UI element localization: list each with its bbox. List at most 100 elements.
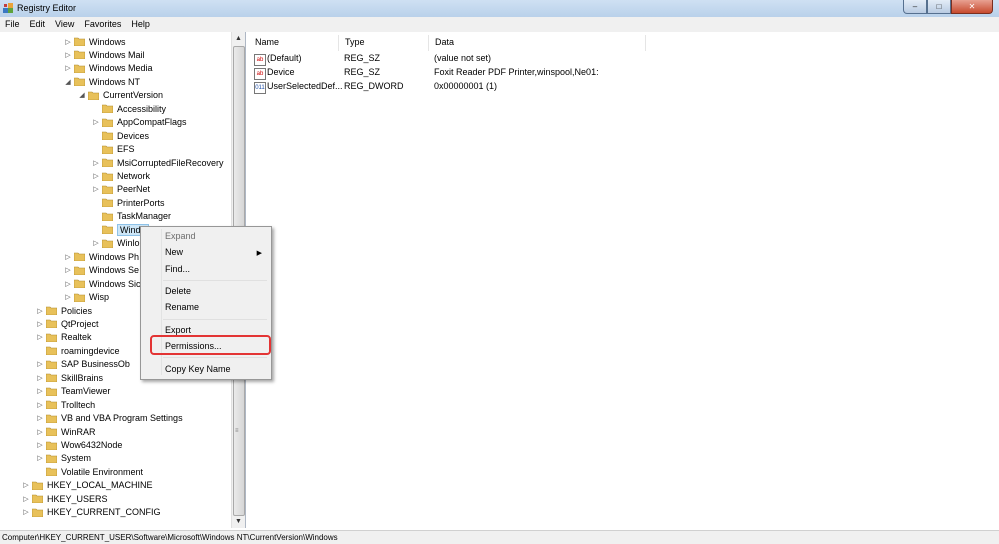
expander-icon[interactable]: ▷ [36, 414, 44, 422]
expander-icon[interactable]: ▷ [36, 360, 44, 368]
menu-edit[interactable]: Edit [25, 17, 51, 32]
tree-item[interactable]: Accessibility [92, 102, 166, 115]
tree-item[interactable]: ▷ HKEY_CURRENT_CONFIG [22, 506, 161, 519]
folder-icon [46, 454, 57, 463]
folder-icon [46, 360, 57, 369]
maximize-button[interactable]: □ [927, 0, 951, 14]
menu-file[interactable]: File [0, 17, 25, 32]
expander-icon[interactable]: ▷ [64, 51, 72, 59]
tree-item[interactable]: ▷ Windows Sic [64, 277, 140, 290]
tree-item[interactable]: ▷ Trolltech [36, 398, 95, 411]
tree-item[interactable]: ▷ Realtek [36, 331, 91, 344]
column-header-data[interactable]: Data [429, 35, 646, 51]
expander-icon[interactable]: ▷ [92, 185, 100, 193]
tree-item-label: MsiCorruptedFileRecovery [117, 157, 224, 168]
expander-icon[interactable]: ▷ [92, 239, 100, 247]
expander-icon[interactable]: ▷ [36, 387, 44, 395]
folder-icon [102, 198, 113, 208]
tree-item-label: roamingdevice [61, 345, 120, 356]
tree-item[interactable]: ▷ TeamViewer [36, 385, 110, 398]
menu-item-rename[interactable]: Rename [165, 302, 199, 312]
tree-item[interactable]: ▷ QtProject [36, 317, 98, 330]
scroll-up-icon[interactable]: ▲ [232, 32, 245, 45]
expander-icon[interactable]: ▷ [92, 172, 100, 180]
tree-item[interactable]: ▷ Winlo [92, 237, 139, 250]
tree-item[interactable]: EFS [92, 143, 135, 156]
expander-icon[interactable]: ▷ [92, 159, 100, 167]
tree-item[interactable]: ▷ VB and VBA Program Settings [36, 412, 182, 425]
tree-item-label: System [61, 453, 92, 464]
expander-icon[interactable]: ▷ [92, 118, 100, 126]
expander-icon[interactable]: ▷ [64, 253, 72, 261]
tree-item-label: CurrentVersion [103, 90, 164, 101]
menu-help[interactable]: Help [126, 17, 155, 32]
tree-item-label: TaskManager [117, 211, 172, 222]
menu-view[interactable]: View [50, 17, 79, 32]
tree-item[interactable]: Devices [92, 129, 149, 142]
tree-item-label: EFS [117, 144, 135, 155]
folder-icon [102, 145, 113, 154]
menu-item-copy-key-name[interactable]: Copy Key Name [165, 364, 231, 374]
tree-item[interactable]: ▷ PeerNet [92, 183, 150, 196]
tree-item[interactable]: ▷ System [36, 452, 91, 465]
tree-item-label: HKEY_CURRENT_CONFIG [47, 507, 161, 518]
tree-item[interactable]: ▷ Windows Ph [64, 250, 139, 263]
column-header-name[interactable]: Name [249, 35, 339, 51]
tree-item[interactable]: TaskManager [92, 210, 171, 223]
tree-item[interactable]: ▷ Wisp [64, 291, 109, 304]
tree-item[interactable]: ▷ SAP BusinessOb [36, 358, 130, 371]
value-row[interactable]: ab Device REG_SZ Foxit Reader PDF Printe… [249, 67, 849, 80]
expander-icon[interactable]: ▷ [22, 508, 30, 516]
expander-icon[interactable]: ▷ [36, 307, 44, 315]
menu-favorites[interactable]: Favorites [79, 17, 126, 32]
expander-icon[interactable]: ▷ [36, 428, 44, 436]
tree-item[interactable]: ▷ Policies [36, 304, 92, 317]
folder-icon [102, 225, 113, 235]
tree-item-label: Windows [89, 36, 126, 47]
tree-item[interactable]: ▷ MsiCorruptedFileRecovery [92, 156, 224, 169]
tree-item[interactable]: ▷ SkillBrains [36, 371, 103, 384]
scroll-down-icon[interactable]: ▼ [232, 515, 245, 528]
value-row[interactable]: 011 UserSelectedDef... REG_DWORD 0x00000… [249, 81, 849, 94]
tree-item[interactable]: ▷ Wow6432Node [36, 439, 122, 452]
expander-icon[interactable]: ◢ [64, 78, 72, 86]
menu-item-new[interactable]: New [165, 247, 183, 257]
expander-icon[interactable]: ▷ [36, 441, 44, 449]
tree-item[interactable]: ◢ CurrentVersion [78, 89, 163, 102]
tree-item[interactable]: ▷ Network [92, 170, 150, 183]
expander-icon[interactable]: ▷ [64, 280, 72, 288]
tree-item[interactable]: ▷ Windows Media [64, 62, 152, 75]
expander-icon[interactable]: ▷ [36, 333, 44, 341]
close-button[interactable]: ✕ [951, 0, 993, 14]
expander-icon[interactable]: ▷ [64, 293, 72, 301]
tree-item[interactable]: ▷ HKEY_LOCAL_MACHINE [22, 479, 152, 492]
expander-icon[interactable]: ▷ [36, 454, 44, 462]
expander-icon[interactable]: ▷ [36, 401, 44, 409]
expander-icon[interactable]: ▷ [22, 495, 30, 503]
tree-item[interactable]: Volatile Environment [36, 465, 143, 478]
column-header-type[interactable]: Type [339, 35, 429, 51]
values-list[interactable]: Name Type Data ab (Default) REG_SZ (valu… [249, 32, 999, 528]
expander-icon[interactable]: ▷ [64, 38, 72, 46]
expander-icon[interactable]: ▷ [64, 64, 72, 72]
minimize-button[interactable]: – [903, 0, 927, 14]
tree-item[interactable]: ▷ AppCompatFlags [92, 116, 186, 129]
expander-icon[interactable]: ▷ [36, 320, 44, 328]
tree-item[interactable]: ◢ Windows NT [64, 75, 140, 88]
value-row[interactable]: ab (Default) REG_SZ (value not set) [249, 53, 849, 66]
tree-item-label: HKEY_USERS [47, 493, 108, 504]
tree-item[interactable]: ▷ HKEY_USERS [22, 492, 108, 505]
expander-icon[interactable]: ▷ [36, 374, 44, 382]
tree-item[interactable]: roamingdevice [36, 344, 120, 357]
menu-item-delete[interactable]: Delete [165, 286, 191, 296]
tree-item[interactable]: ▷ WinRAR [36, 425, 95, 438]
menu-item-find[interactable]: Find... [165, 264, 190, 274]
expander-icon[interactable]: ▷ [22, 481, 30, 489]
expander-icon[interactable]: ▷ [64, 266, 72, 274]
tree-item[interactable]: ▷ Windows Mail [64, 48, 144, 61]
expander-icon[interactable]: ◢ [78, 91, 86, 99]
menu-item-export[interactable]: Export [165, 325, 191, 335]
tree-item[interactable]: ▷ Windows Se [64, 264, 139, 277]
tree-item[interactable]: ▷ Windows [64, 35, 126, 48]
tree-item[interactable]: PrinterPorts [92, 196, 165, 209]
